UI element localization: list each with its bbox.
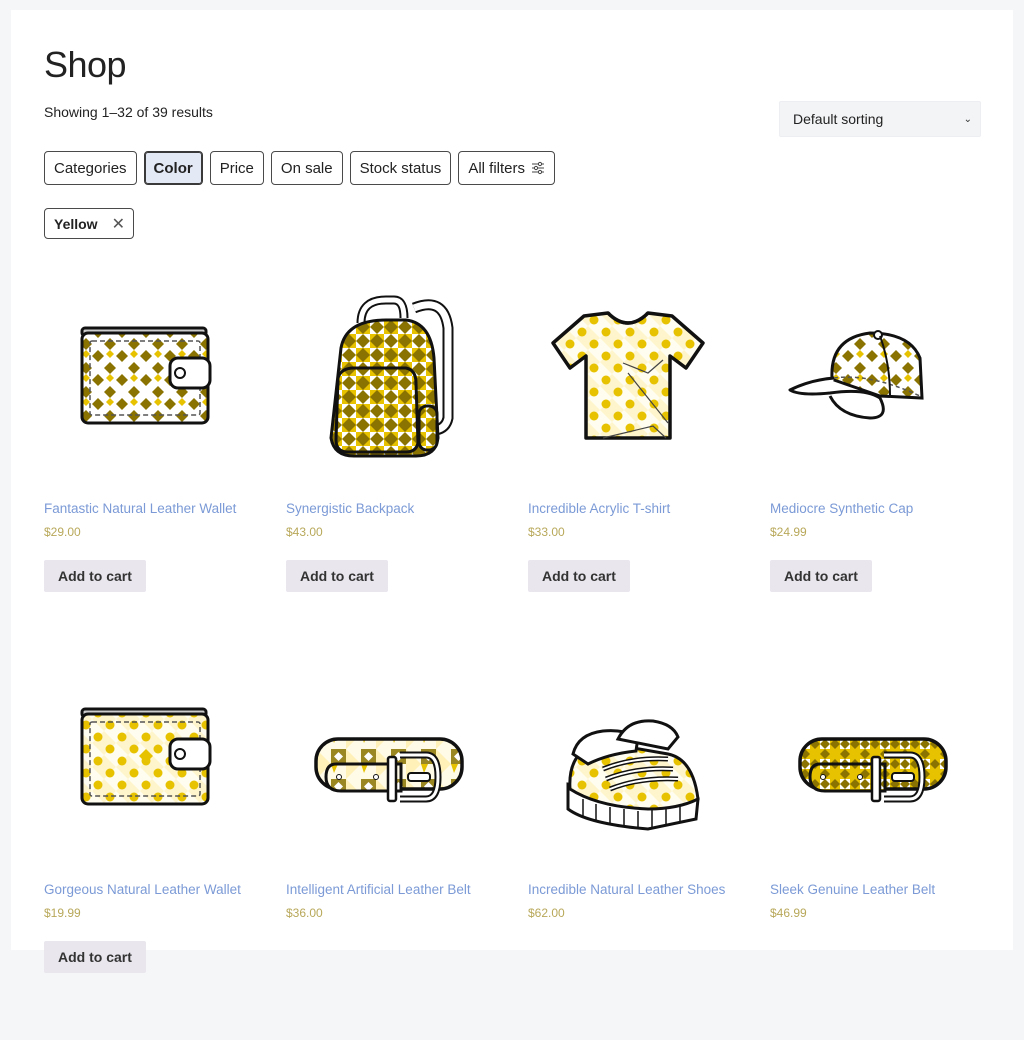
belt-icon <box>314 737 464 803</box>
page-title: Shop <box>44 44 127 85</box>
product-price: $46.99 <box>770 906 807 920</box>
filter-label: On sale <box>280 159 333 177</box>
shop-content: Shop Showing 1–32 of 39 results Default … <box>11 10 1013 973</box>
product-price: $43.00 <box>286 525 323 539</box>
filter-categories[interactable]: Categories <box>44 151 137 185</box>
tshirt-icon <box>551 311 705 440</box>
product-name[interactable]: Synergistic Backpack <box>286 500 486 517</box>
filter-label: Color <box>153 159 193 177</box>
product-image[interactable] <box>44 278 244 478</box>
product-name[interactable]: Intelligent Artificial Leather Belt <box>286 881 486 898</box>
product-name[interactable]: Gorgeous Natural Leather Wallet <box>44 881 244 898</box>
filter-stock-status[interactable]: Stock status <box>349 151 452 185</box>
product-price: $62.00 <box>528 906 565 920</box>
product-card: Mediocre Synthetic Cap $24.99 Add to car… <box>770 278 970 659</box>
add-to-cart-button[interactable]: Add to cart <box>286 560 388 592</box>
filter-all-filters[interactable]: All filters <box>458 151 555 185</box>
product-name[interactable]: Incredible Acrylic T-shirt <box>528 500 728 517</box>
product-card: Synergistic Backpack $43.00 Add to cart <box>286 278 486 659</box>
filter-bar: Categories Color Price On sale Stock sta… <box>44 151 555 185</box>
product-price: $29.00 <box>44 525 81 539</box>
product-image[interactable] <box>770 278 970 478</box>
belt-icon <box>798 737 948 803</box>
product-name[interactable]: Mediocre Synthetic Cap <box>770 500 970 517</box>
product-card: Gorgeous Natural Leather Wallet $19.99 A… <box>44 659 244 1040</box>
filter-label: Categories <box>54 159 127 177</box>
chevron-down-icon: ⌄ <box>963 113 972 125</box>
product-image[interactable] <box>44 659 244 859</box>
cap-icon <box>788 330 924 420</box>
sorting-select[interactable]: Default sorting ⌄ <box>779 101 981 137</box>
product-name[interactable]: Fantastic Natural Leather Wallet <box>44 500 244 517</box>
product-card: Fantastic Natural Leather Wallet $29.00 … <box>44 278 244 659</box>
product-price: $36.00 <box>286 906 323 920</box>
product-image[interactable] <box>528 659 728 859</box>
filter-price[interactable]: Price <box>209 151 264 185</box>
product-card: Intelligent Artificial Leather Belt $36.… <box>286 659 486 1040</box>
backpack-icon <box>329 295 454 458</box>
product-image[interactable] <box>770 659 970 859</box>
add-to-cart-button[interactable]: Add to cart <box>770 560 872 592</box>
wallet-icon <box>80 707 212 806</box>
add-to-cart-button[interactable]: Add to cart <box>528 560 630 592</box>
wallet-icon <box>80 326 212 425</box>
product-card: Sleek Genuine Leather Belt $46.99 <box>770 659 970 1040</box>
filter-label: All filters <box>468 159 525 177</box>
filter-label: Stock status <box>359 159 442 177</box>
filter-on-sale[interactable]: On sale <box>270 151 343 185</box>
product-price: $19.99 <box>44 906 81 920</box>
product-card: Incredible Acrylic T-shirt $33.00 Add to… <box>528 278 728 659</box>
filter-label: Price <box>219 159 254 177</box>
result-count: Showing 1–32 of 39 results <box>44 104 213 120</box>
add-to-cart-button[interactable]: Add to cart <box>44 560 146 592</box>
add-to-cart-button[interactable]: Add to cart <box>44 941 146 973</box>
product-image[interactable] <box>286 278 486 478</box>
active-filter-chip: Yellow ✕ <box>44 208 134 239</box>
product-price: $24.99 <box>770 525 807 539</box>
product-name[interactable]: Incredible Natural Leather Shoes <box>528 881 728 898</box>
sliders-icon <box>532 161 544 175</box>
product-price: $33.00 <box>528 525 565 539</box>
product-grid: Fantastic Natural Leather Wallet $29.00 … <box>44 278 980 1040</box>
product-image[interactable] <box>286 659 486 859</box>
product-card: Incredible Natural Leather Shoes $62.00 <box>528 659 728 1040</box>
shoes-icon <box>566 719 700 831</box>
sorting-selected-value: Default sorting <box>793 111 884 127</box>
active-filter-label: Yellow <box>54 215 98 232</box>
close-icon[interactable]: ✕ <box>112 214 125 234</box>
product-name[interactable]: Sleek Genuine Leather Belt <box>770 881 970 898</box>
filter-color[interactable]: Color <box>143 151 203 185</box>
product-image[interactable] <box>528 278 728 478</box>
